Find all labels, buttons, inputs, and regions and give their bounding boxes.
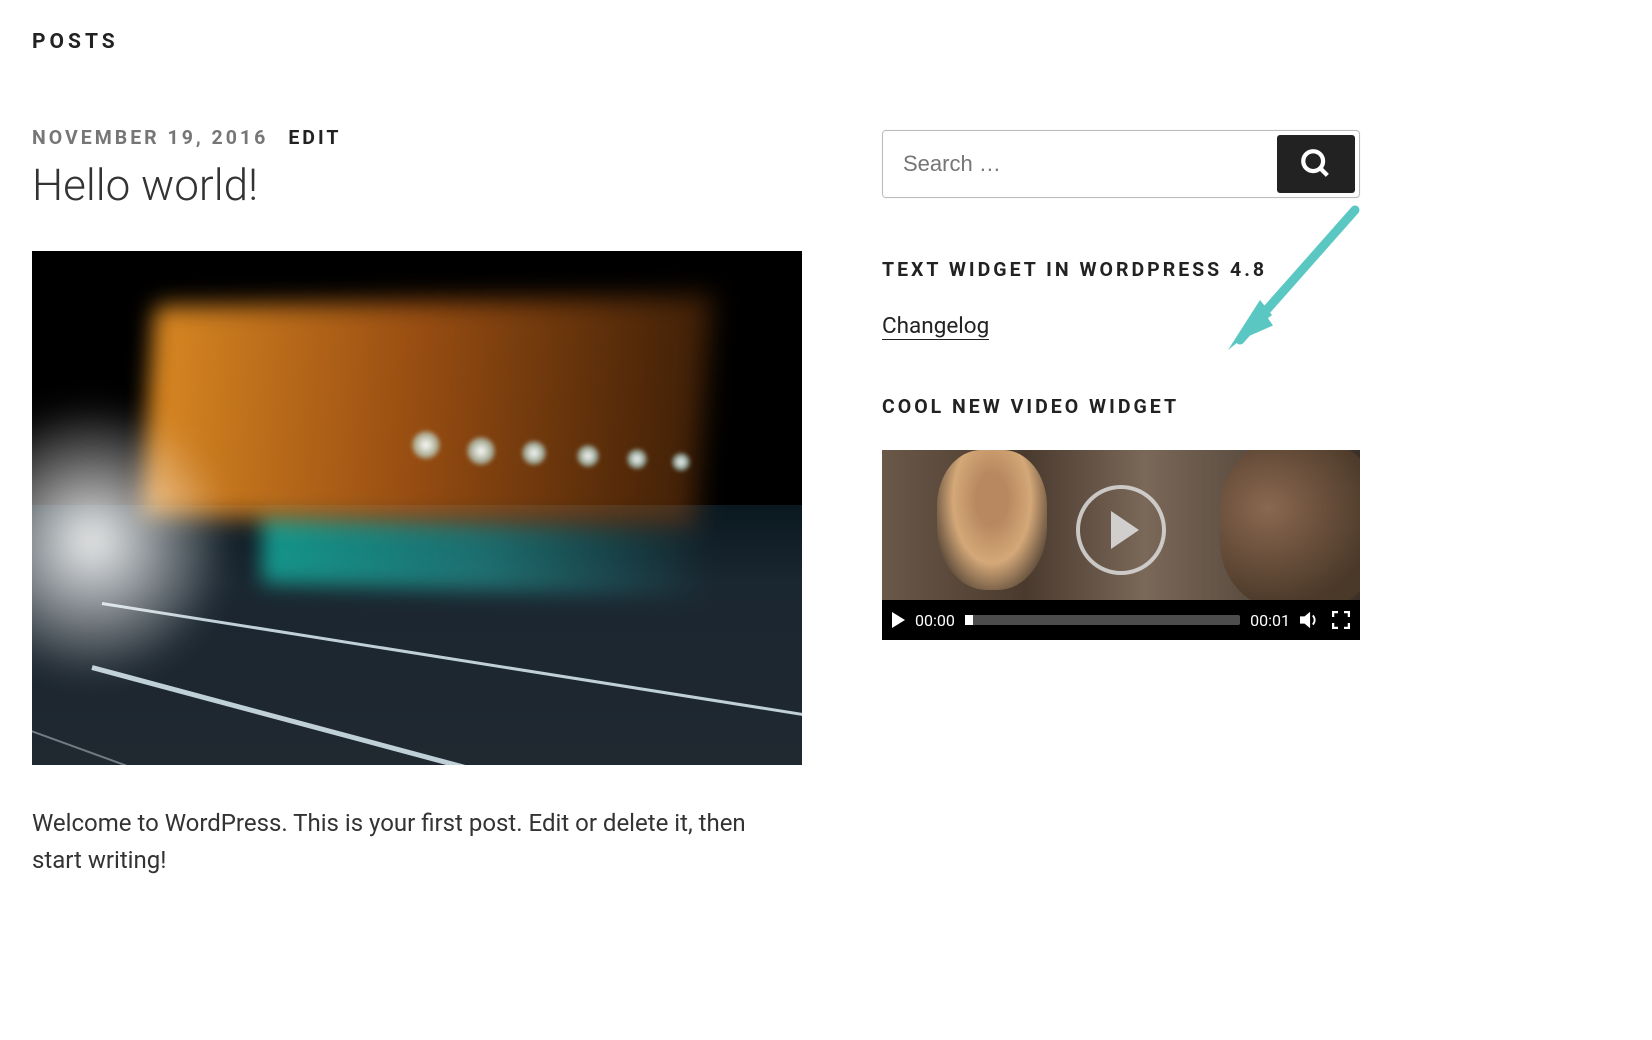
featured-image xyxy=(32,251,802,765)
progress-bar[interactable] xyxy=(965,615,1240,625)
video-widget: COOL NEW VIDEO WIDGET 00:00 00:01 xyxy=(882,395,1360,640)
search-input[interactable] xyxy=(883,131,1273,197)
play-icon xyxy=(1111,511,1139,549)
search-button[interactable] xyxy=(1277,135,1355,193)
video-controls: 00:00 00:01 xyxy=(882,600,1360,640)
current-time: 00:00 xyxy=(915,611,955,630)
post-body: Welcome to WordPress. This is your first… xyxy=(32,805,772,879)
play-pause-button[interactable] xyxy=(892,612,905,628)
video-player: 00:00 00:01 xyxy=(882,450,1360,640)
fullscreen-icon[interactable] xyxy=(1332,611,1350,629)
search-icon xyxy=(1299,147,1333,181)
edit-link[interactable]: EDIT xyxy=(288,126,341,149)
volume-icon[interactable] xyxy=(1300,610,1322,630)
play-button[interactable] xyxy=(1076,485,1166,575)
duration: 00:01 xyxy=(1250,611,1290,630)
sidebar: TEXT WIDGET IN WORDPRESS 4.8 Changelog C… xyxy=(882,30,1360,879)
post-title[interactable]: Hello world! xyxy=(32,159,802,211)
main-content: POSTS NOVEMBER 19, 2016 EDIT Hello world… xyxy=(32,30,802,879)
section-label: POSTS xyxy=(32,30,802,54)
widget-title: TEXT WIDGET IN WORDPRESS 4.8 xyxy=(882,258,1360,281)
changelog-link[interactable]: Changelog xyxy=(882,313,989,340)
search-form xyxy=(882,130,1360,198)
text-widget: TEXT WIDGET IN WORDPRESS 4.8 Changelog xyxy=(882,258,1360,339)
post-date: NOVEMBER 19, 2016 xyxy=(32,126,268,149)
widget-title: COOL NEW VIDEO WIDGET xyxy=(882,395,1360,418)
post-meta: NOVEMBER 19, 2016 EDIT xyxy=(32,126,802,149)
